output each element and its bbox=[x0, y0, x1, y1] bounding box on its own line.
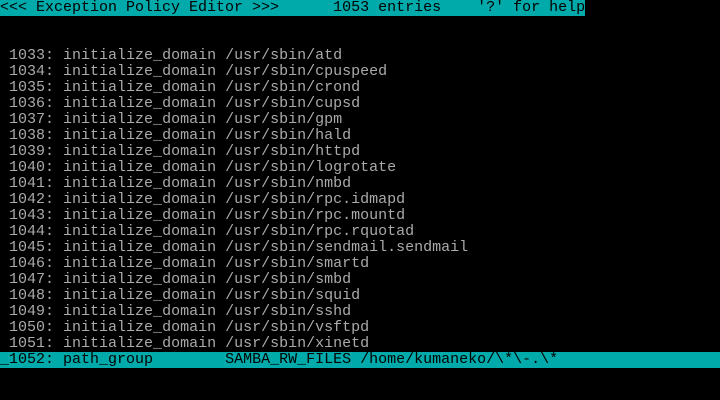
entry-index: 1036: bbox=[9, 95, 55, 112]
entry-value: /usr/sbin/cpuspeed bbox=[225, 63, 388, 80]
entry-index: 1047: bbox=[9, 271, 55, 288]
entry-directive: initialize_domain bbox=[63, 143, 217, 160]
entry-row[interactable]: 1050: initialize_domain /usr/sbin/vsftpd bbox=[0, 320, 369, 336]
entry-value: /usr/sbin/crond bbox=[225, 79, 361, 96]
cursor: _ bbox=[0, 351, 10, 368]
entry-directive: initialize_domain bbox=[63, 335, 217, 352]
entry-row[interactable]: 1040: initialize_domain /usr/sbin/logrot… bbox=[0, 160, 396, 176]
entry-directive: path_group bbox=[63, 351, 154, 368]
entry-directive: initialize_domain bbox=[63, 271, 217, 288]
entry-directive: initialize_domain bbox=[63, 47, 217, 64]
entry-row[interactable]: 1041: initialize_domain /usr/sbin/nmbd bbox=[0, 176, 351, 192]
entry-index: 1039: bbox=[9, 143, 55, 160]
entry-row[interactable]: 1043: initialize_domain /usr/sbin/rpc.mo… bbox=[0, 208, 405, 224]
entry-directive: initialize_domain bbox=[63, 95, 217, 112]
entry-row[interactable]: 1049: initialize_domain /usr/sbin/sshd bbox=[0, 304, 351, 320]
entry-index: 1049: bbox=[9, 303, 55, 320]
entry-index: 1033: bbox=[9, 47, 55, 64]
entry-row[interactable]: 1046: initialize_domain /usr/sbin/smartd bbox=[0, 256, 369, 272]
entry-row[interactable]: 1037: initialize_domain /usr/sbin/gpm bbox=[0, 112, 342, 128]
entry-directive: initialize_domain bbox=[63, 239, 217, 256]
entry-row[interactable]: 1042: initialize_domain /usr/sbin/rpc.id… bbox=[0, 192, 405, 208]
entry-index: 1043: bbox=[9, 207, 55, 224]
entry-row[interactable]: 1051: initialize_domain /usr/sbin/xinetd bbox=[0, 336, 369, 352]
entry-row[interactable]: 1039: initialize_domain /usr/sbin/httpd bbox=[0, 144, 360, 160]
entry-index: 1052: bbox=[9, 351, 55, 368]
entry-row[interactable]: 1047: initialize_domain /usr/sbin/smbd bbox=[0, 272, 351, 288]
entry-row[interactable]: 1045: initialize_domain /usr/sbin/sendma… bbox=[0, 240, 468, 256]
entry-row[interactable]: 1048: initialize_domain /usr/sbin/squid bbox=[0, 288, 360, 304]
entry-directive: initialize_domain bbox=[63, 287, 217, 304]
entry-index: 1040: bbox=[9, 159, 55, 176]
entry-value: /usr/sbin/smbd bbox=[225, 271, 352, 288]
entry-value: /usr/sbin/sshd bbox=[225, 303, 352, 320]
entry-value: /usr/sbin/vsftpd bbox=[225, 319, 370, 336]
entry-value: /usr/sbin/logrotate bbox=[225, 159, 397, 176]
editor-title: <<< Exception Policy Editor >>> bbox=[0, 0, 280, 16]
entry-value: /usr/sbin/atd bbox=[225, 47, 343, 64]
entry-value: /usr/sbin/rpc.mountd bbox=[225, 207, 406, 224]
entry-value: /usr/sbin/gpm bbox=[225, 111, 343, 128]
entry-directive: initialize_domain bbox=[63, 159, 217, 176]
entry-row[interactable]: 1044: initialize_domain /usr/sbin/rpc.rq… bbox=[0, 224, 414, 240]
entry-row[interactable]: 1035: initialize_domain /usr/sbin/crond bbox=[0, 80, 360, 96]
entry-index: 1035: bbox=[9, 79, 55, 96]
entry-value: /usr/sbin/hald bbox=[225, 127, 352, 144]
entry-index: 1041: bbox=[9, 175, 55, 192]
entry-row[interactable]: 1036: initialize_domain /usr/sbin/cupsd bbox=[0, 96, 360, 112]
entry-value: /usr/sbin/httpd bbox=[225, 143, 361, 160]
entry-directive: initialize_domain bbox=[63, 175, 217, 192]
entry-index: 1048: bbox=[9, 287, 55, 304]
entry-row[interactable]: 1034: initialize_domain /usr/sbin/cpuspe… bbox=[0, 64, 387, 80]
entry-value: /usr/sbin/rpc.idmapd bbox=[225, 191, 406, 208]
entry-directive: initialize_domain bbox=[63, 223, 217, 240]
entry-value: /usr/sbin/squid bbox=[225, 287, 361, 304]
entry-value: /usr/sbin/xinetd bbox=[225, 335, 370, 352]
entry-value: /usr/sbin/nmbd bbox=[225, 175, 352, 192]
entry-index: 1046: bbox=[9, 255, 55, 272]
entry-index: 1051: bbox=[9, 335, 55, 352]
entry-row[interactable]: 1033: initialize_domain /usr/sbin/atd bbox=[0, 48, 342, 64]
entry-index: 1045: bbox=[9, 239, 55, 256]
terminal-screen: <<< Exception Policy Editor >>> 1053 ent… bbox=[0, 0, 720, 400]
entry-directive: initialize_domain bbox=[63, 255, 217, 272]
entry-value: /usr/sbin/smartd bbox=[225, 255, 370, 272]
entry-directive: initialize_domain bbox=[63, 303, 217, 320]
entry-directive: initialize_domain bbox=[63, 191, 217, 208]
entry-directive: initialize_domain bbox=[63, 79, 217, 96]
entry-count: 1053 entries bbox=[333, 0, 442, 16]
entry-value: /usr/sbin/rpc.rquotad bbox=[225, 223, 415, 240]
entry-directive: initialize_domain bbox=[63, 111, 217, 128]
selected-entry-row[interactable]: _1052: path_group SAMBA_RW_FILES /home/k… bbox=[0, 352, 720, 368]
entry-row[interactable]: 1038: initialize_domain /usr/sbin/hald bbox=[0, 128, 351, 144]
entry-index: 1038: bbox=[9, 127, 55, 144]
entry-value: SAMBA_RW_FILES /home/kumaneko/\*\-.\* bbox=[225, 351, 559, 368]
entry-value: /usr/sbin/sendmail.sendmail bbox=[225, 239, 469, 256]
entry-index: 1037: bbox=[9, 111, 55, 128]
entry-index: 1034: bbox=[9, 63, 55, 80]
entry-index: 1044: bbox=[9, 223, 55, 240]
entry-index: 1050: bbox=[9, 319, 55, 336]
help-hint: '?' for help bbox=[477, 0, 586, 16]
entry-directive: initialize_domain bbox=[63, 127, 217, 144]
entry-value: /usr/sbin/cupsd bbox=[225, 95, 361, 112]
entry-index: 1042: bbox=[9, 191, 55, 208]
entry-directive: initialize_domain bbox=[63, 207, 217, 224]
entry-directive: initialize_domain bbox=[63, 319, 217, 336]
entry-directive: initialize_domain bbox=[63, 63, 217, 80]
header-bar: <<< Exception Policy Editor >>> 1053 ent… bbox=[0, 0, 586, 16]
